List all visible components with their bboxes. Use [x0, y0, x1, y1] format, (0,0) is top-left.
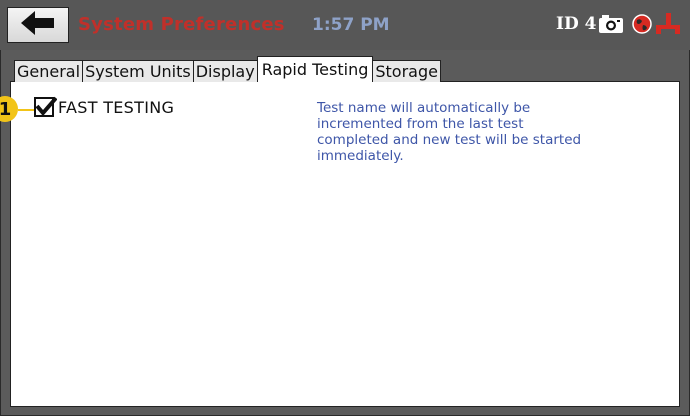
device-id: ID 4 [556, 14, 597, 34]
tab-storage[interactable]: Storage [372, 60, 441, 82]
tab-general[interactable]: General [14, 60, 84, 82]
fast-testing-checkbox[interactable] [34, 96, 57, 117]
globe-icon[interactable] [632, 14, 652, 38]
tab-display[interactable]: Display [192, 60, 258, 82]
camera-icon[interactable] [598, 14, 624, 38]
tab-bar: General System Units Display Rapid Testi… [14, 56, 441, 82]
tab-rapid-testing[interactable]: Rapid Testing [256, 56, 374, 82]
fast-testing-description: Test name will automatically be incremen… [317, 100, 582, 164]
fast-testing-option[interactable]: FAST TESTING [34, 96, 175, 117]
tab-system-units[interactable]: System Units [82, 60, 194, 82]
callout-leader-line [18, 109, 34, 111]
fast-testing-label: FAST TESTING [58, 97, 175, 117]
back-button[interactable] [7, 7, 69, 43]
plug-icon[interactable] [654, 12, 682, 40]
clock-time: 1:57 PM [312, 15, 390, 35]
header-bar: System Preferences 1:57 PM ID 4 [0, 0, 690, 50]
page-title: System Preferences [78, 14, 285, 35]
back-arrow-icon [21, 11, 55, 39]
